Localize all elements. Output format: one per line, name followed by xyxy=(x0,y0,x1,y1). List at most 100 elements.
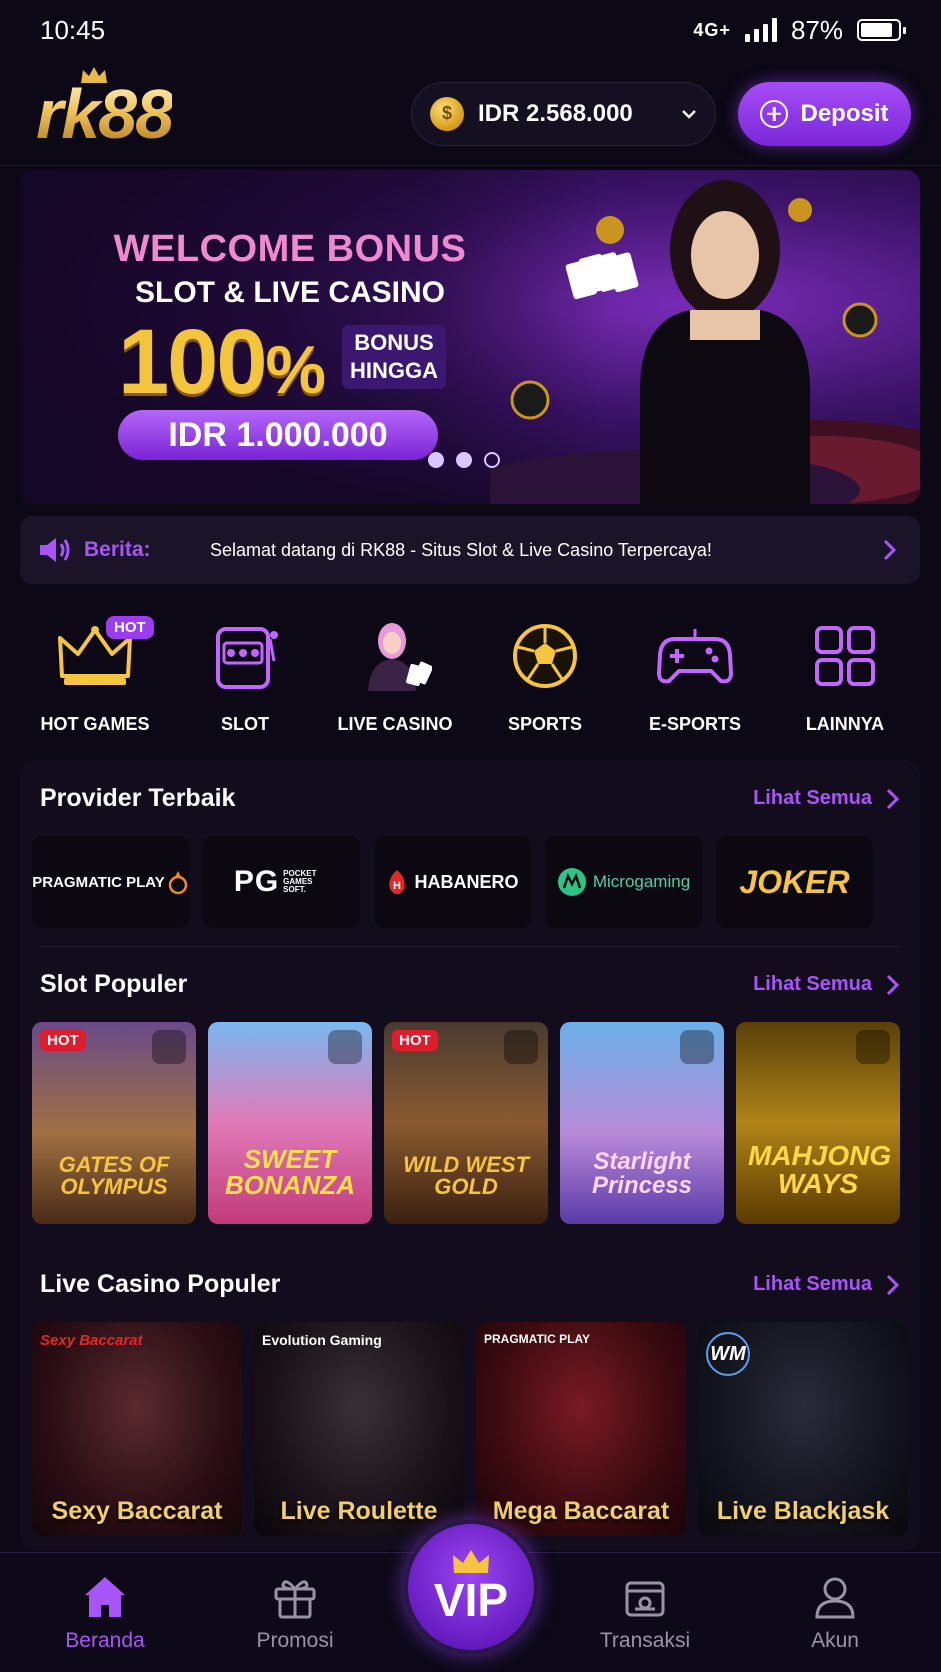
banner-subtitle: SLOT & LIVE CASINO xyxy=(134,276,446,309)
network-indicator: 4G+ xyxy=(693,19,731,40)
microgaming-logo-icon xyxy=(557,868,586,896)
provider-list: PRAGMATIC PLAY PG POCKET GAMES SOFT. H HAB… xyxy=(32,836,920,928)
gift-icon xyxy=(274,1580,316,1619)
favorite-icon[interactable] xyxy=(856,1030,890,1064)
nav-akun[interactable]: Akun xyxy=(770,1573,900,1653)
slots-title: Slot Populer xyxy=(40,970,188,998)
providers-see-all[interactable]: Lihat Semua xyxy=(753,787,900,810)
category-label: SPORTS xyxy=(507,714,582,734)
providers-header: Provider Terbaik Lihat Semua xyxy=(40,784,900,813)
live-card[interactable]: Evolution Gaming Live Roulette xyxy=(254,1322,464,1536)
slots-header: Slot Populer Lihat Semua xyxy=(40,970,900,999)
live-title-text: Sexy Baccarat xyxy=(51,1497,223,1525)
pagination-dot[interactable] xyxy=(428,452,444,468)
app-header: rk88 $ IDR 2.568.000 Deposit xyxy=(0,62,941,166)
hot-badge: HOT xyxy=(106,616,154,639)
slot-title: Starlight Princess xyxy=(591,1148,693,1199)
live-see-all[interactable]: Lihat Semua xyxy=(753,1273,900,1296)
deposit-button[interactable]: Deposit xyxy=(738,81,911,146)
banner-title: WELCOME BONUS xyxy=(113,228,467,270)
wallet-icon xyxy=(625,1581,665,1617)
favorite-icon[interactable] xyxy=(504,1030,538,1064)
live-card[interactable]: Sexy Baccarat Sexy Baccarat xyxy=(32,1322,242,1536)
slot-card[interactable]: SWEET BONANZA xyxy=(208,1022,372,1224)
grid-icon xyxy=(805,616,885,696)
nav-label: Transaksi xyxy=(599,1629,691,1652)
status-indicators: 4G+ 87% xyxy=(693,14,906,46)
favorite-icon[interactable] xyxy=(328,1030,362,1064)
category-label: SLOT xyxy=(221,714,269,734)
balance-selector[interactable]: $ IDR 2.568.000 xyxy=(411,81,716,146)
live-card[interactable]: WM Live Blackjask xyxy=(698,1322,908,1536)
slot-card[interactable]: HOT GATES OF OLYMPUS xyxy=(32,1022,196,1224)
nav-promo[interactable]: Promosi xyxy=(230,1573,360,1653)
category-esports[interactable]: E-SPORTS xyxy=(620,608,770,738)
chevron-right-icon xyxy=(886,974,900,995)
slot-title: GATES OF OLYMPUS xyxy=(58,1152,170,1199)
providers-title: Provider Terbaik xyxy=(40,784,236,812)
category-label: E-SPORTS xyxy=(648,714,741,734)
category-slot[interactable]: SLOT xyxy=(170,608,320,738)
pagination-dot[interactable] xyxy=(456,452,472,468)
logo-crown-icon xyxy=(81,66,107,83)
live-title-text: Live Roulette xyxy=(280,1497,438,1525)
pagination-dot[interactable] xyxy=(484,452,500,468)
news-text: Selamat datang di RK88 - Situs Slot & Li… xyxy=(210,539,712,560)
soccer-ball-icon xyxy=(505,616,585,696)
favorite-icon[interactable] xyxy=(152,1030,186,1064)
slot-card[interactable]: HOT WILD WEST GOLD xyxy=(384,1022,548,1224)
nav-label: Beranda xyxy=(65,1629,145,1652)
live-provider-logo: Evolution Gaming xyxy=(262,1332,382,1348)
category-sports[interactable]: SPORTS xyxy=(470,608,620,738)
pragmatic-logo-icon xyxy=(168,871,187,895)
provider-joker[interactable]: JOKER xyxy=(716,836,873,928)
vip-label: VIP xyxy=(433,1574,509,1626)
svg-text:H: H xyxy=(393,880,401,892)
banner-pagination xyxy=(428,452,500,468)
slot-title: WILD WEST GOLD xyxy=(403,1152,529,1199)
slot-card[interactable]: MAHJONG WAYS xyxy=(736,1022,900,1224)
live-title-text: Mega Baccarat xyxy=(492,1497,670,1525)
news-ticker[interactable]: Berita: Selamat datang di RK88 - Situs S… xyxy=(20,516,920,584)
coin-icon: $ xyxy=(430,96,464,131)
news-label: Berita: xyxy=(84,538,151,561)
category-live-casino[interactable]: LIVE CASINO xyxy=(320,608,470,738)
promo-banner[interactable]: WELCOME BONUS SLOT & LIVE CASINO 100% BO… xyxy=(20,170,920,504)
favorite-icon[interactable] xyxy=(680,1030,714,1064)
slot-title: SWEET BONANZA xyxy=(225,1144,355,1200)
banner-amount: IDR 1.000.000 xyxy=(118,410,438,460)
user-icon xyxy=(815,1577,855,1619)
banner-bonus-label: BONUS HINGGA xyxy=(342,325,446,389)
nav-transaksi[interactable]: Transaksi xyxy=(580,1573,710,1653)
gamepad-icon xyxy=(655,616,735,696)
hot-badge: HOT xyxy=(392,1030,438,1051)
banner-dealer-image xyxy=(490,180,920,504)
category-lainnya[interactable]: LAINNYA xyxy=(770,608,920,738)
live-card[interactable]: PRAGMATIC PLAY Mega Baccarat xyxy=(476,1322,686,1536)
provider-habanero[interactable]: H HABANERO xyxy=(374,836,531,928)
chevron-right-icon xyxy=(886,788,900,809)
category-hot-games[interactable]: HOT HOT GAMES xyxy=(20,608,170,738)
games-section: Provider Terbaik Lihat Semua PRAGMATIC P… xyxy=(20,760,920,1550)
chevron-right-icon xyxy=(886,1274,900,1295)
live-provider-logo: PRAGMATIC PLAY xyxy=(484,1332,591,1346)
provider-pg-soft[interactable]: PG POCKET GAMES SOFT. xyxy=(203,836,360,928)
banner-percent: 100% xyxy=(118,311,326,413)
vip-button[interactable]: VIP xyxy=(404,1520,538,1654)
category-label: LAINNYA xyxy=(805,714,885,734)
battery-icon xyxy=(857,19,906,41)
nav-label: Promosi xyxy=(256,1629,334,1652)
slot-card[interactable]: Starlight Princess xyxy=(560,1022,724,1224)
nav-home[interactable]: Beranda xyxy=(40,1573,170,1653)
status-time: 10:45 xyxy=(40,14,106,45)
plus-circle-icon xyxy=(760,99,789,128)
slots-see-all[interactable]: Lihat Semua xyxy=(753,973,900,996)
battery-percent: 87% xyxy=(790,14,843,45)
chevron-right-icon[interactable] xyxy=(882,538,898,562)
slot-list: HOT GATES OF OLYMPUS SWEET BONANZA HOT W… xyxy=(32,1022,920,1224)
provider-pragmatic-play[interactable]: PRAGMATIC PLAY xyxy=(32,836,189,928)
habanero-logo-icon: H xyxy=(389,870,406,895)
provider-microgaming[interactable]: Microgaming xyxy=(545,836,702,928)
rk88-logo[interactable]: rk88 xyxy=(36,66,172,149)
live-casino-list: Sexy Baccarat Sexy Baccarat Evolution Ga… xyxy=(32,1322,920,1536)
